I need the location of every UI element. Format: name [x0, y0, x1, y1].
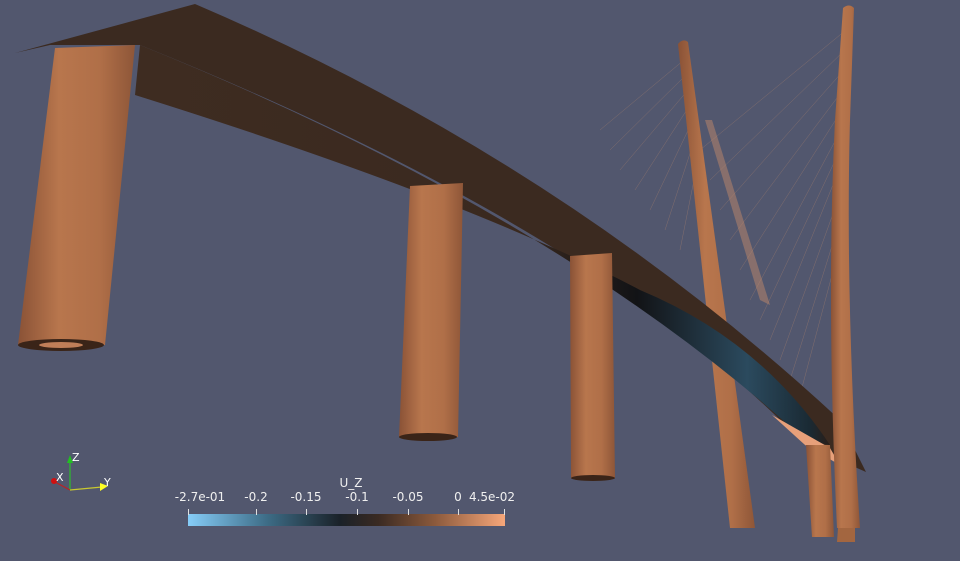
axis-label-x: X: [56, 471, 64, 484]
colorbar-label: -0.1: [345, 490, 369, 504]
colorbar-tick: [458, 509, 459, 515]
pier-4: [806, 445, 834, 537]
colorbar-label: -0.2: [244, 490, 268, 504]
colorbar-tick: [256, 509, 257, 515]
tower-left: [678, 40, 755, 529]
render-view[interactable]: [0, 0, 960, 561]
colorbar-label: -0.05: [392, 490, 424, 504]
colorbar-tick: [357, 509, 358, 515]
colorbar-title: U_Z: [339, 476, 363, 490]
pier-1: [18, 45, 135, 351]
colorbar-label: -0.15: [290, 490, 322, 504]
colorbar-gradient: [188, 514, 505, 526]
colorbar-tick: [306, 509, 307, 515]
axis-label-y: Y: [104, 476, 111, 489]
colorbar-tick: [188, 509, 189, 515]
pier-3: [570, 253, 615, 481]
colorbar-label: -2.7e-01: [174, 490, 226, 504]
colorbar-tick: [408, 509, 409, 515]
colorbar-tick: [504, 509, 505, 515]
axis-label-z: Z: [72, 451, 80, 464]
tower-right: [830, 5, 860, 528]
colorbar-label: 0: [454, 490, 462, 504]
tower-right-base: [837, 528, 855, 542]
pier-2: [399, 183, 463, 441]
colorbar-label: 4.5e-02: [468, 490, 516, 504]
